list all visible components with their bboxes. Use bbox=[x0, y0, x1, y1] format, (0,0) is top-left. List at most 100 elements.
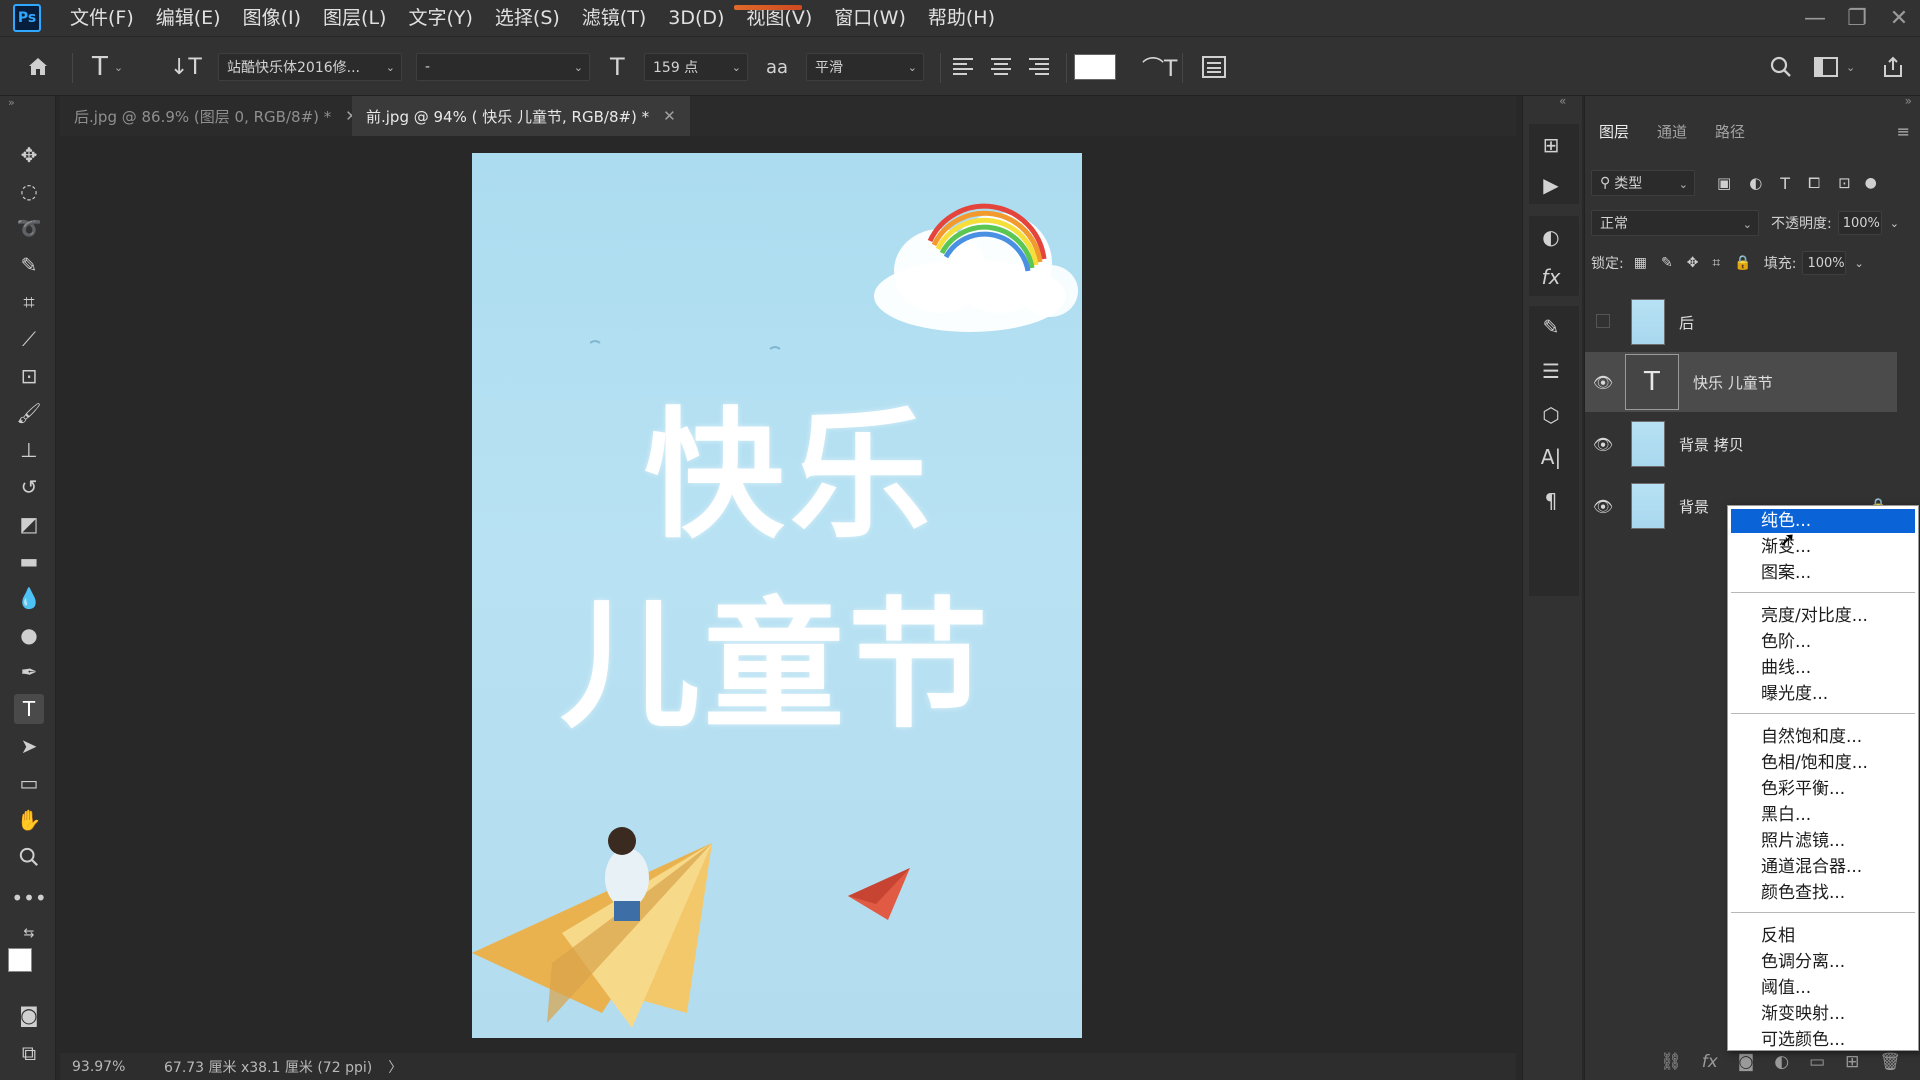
menu-item-exposure[interactable]: 曝光度... bbox=[1731, 682, 1915, 706]
tab-paths[interactable]: 路径 bbox=[1701, 114, 1759, 150]
layer-row[interactable]: 👁 背景 拷贝 bbox=[1585, 414, 1897, 474]
menu-file[interactable]: 文件(F) bbox=[59, 0, 145, 36]
blur-tool-icon[interactable]: 💧 bbox=[14, 583, 44, 613]
home-icon[interactable] bbox=[26, 37, 50, 97]
menu-item-selective-color[interactable]: 可选颜色... bbox=[1731, 1028, 1915, 1052]
adjustments-icon[interactable]: ◐ bbox=[1538, 224, 1564, 250]
menu-item-curves[interactable]: 曲线... bbox=[1731, 656, 1915, 680]
crop-tool-icon[interactable]: ⌗ bbox=[14, 287, 44, 317]
menu-edit[interactable]: 编辑(E) bbox=[145, 0, 232, 36]
font-size-input[interactable]: 159 点 ⌄ bbox=[644, 53, 748, 81]
menu-item-gradient[interactable]: 渐变... bbox=[1731, 535, 1915, 559]
warp-text-icon[interactable]: ⌒T bbox=[1142, 37, 1177, 97]
align-left-icon[interactable] bbox=[953, 37, 975, 97]
tab-after-document[interactable]: 后.jpg @ 86.9% (图层 0, RGB/8#) * ✕ bbox=[60, 96, 372, 136]
menu-item-color-balance[interactable]: 色彩平衡... bbox=[1731, 777, 1915, 801]
lock-all-icon[interactable]: 🔒 bbox=[1734, 255, 1751, 271]
patch-tool-icon[interactable]: ⊡ bbox=[14, 361, 44, 391]
layer-row[interactable]: 后 bbox=[1585, 292, 1897, 352]
font-family-select[interactable]: 站酷快乐体2016修... ⌄ bbox=[218, 53, 402, 81]
menu-item-pattern[interactable]: 图案... bbox=[1731, 561, 1915, 585]
lock-pixels-icon[interactable]: ✎ bbox=[1661, 255, 1673, 271]
menu-item-color-lookup[interactable]: 颜色查找... bbox=[1731, 881, 1915, 905]
toggle-text-orientation-icon[interactable]: ↓T bbox=[170, 37, 202, 97]
text-color-swatch[interactable] bbox=[1074, 37, 1116, 97]
fill-input[interactable]: 100% bbox=[1802, 251, 1847, 275]
paragraph-icon[interactable]: ¶ bbox=[1538, 488, 1564, 514]
brush-tool-icon[interactable]: 🖌 bbox=[14, 398, 44, 428]
lock-artboard-icon[interactable]: ⌗ bbox=[1712, 255, 1720, 271]
swap-colors-icon[interactable]: ⇆ bbox=[14, 918, 44, 948]
chevron-down-icon[interactable]: ⌄ bbox=[1890, 217, 1899, 230]
tab-before-document[interactable]: 前.jpg @ 94% ( 快乐 儿童节, RGB/8#) * ✕ bbox=[352, 96, 690, 136]
menu-item-photo-filter[interactable]: 照片滤镜... bbox=[1731, 829, 1915, 853]
new-group-icon[interactable]: ▭ bbox=[1809, 1052, 1825, 1072]
menu-help[interactable]: 帮助(H) bbox=[917, 0, 1006, 36]
3d-cube-icon[interactable]: ⬡ bbox=[1538, 402, 1564, 428]
opacity-input[interactable]: 100% bbox=[1837, 211, 1882, 235]
link-layers-icon[interactable]: ⛓ bbox=[1660, 1052, 1682, 1072]
status-menu-arrow[interactable]: 〉 bbox=[388, 1057, 402, 1077]
menu-item-solid-color[interactable]: 纯色... bbox=[1731, 509, 1915, 533]
share-icon[interactable] bbox=[1882, 37, 1904, 97]
expand-panel-icon[interactable]: » bbox=[1905, 94, 1912, 108]
menu-window[interactable]: 窗口(W) bbox=[823, 0, 917, 36]
more-tools-icon[interactable]: ••• bbox=[11, 883, 46, 913]
layer-style-fx-icon[interactable]: fx bbox=[1702, 1052, 1718, 1072]
menu-item-levels[interactable]: 色阶... bbox=[1731, 630, 1915, 654]
type-tool-icon[interactable]: T bbox=[14, 694, 44, 724]
menu-item-threshold[interactable]: 阈值... bbox=[1731, 976, 1915, 1000]
styles-fx-icon[interactable]: fx bbox=[1538, 264, 1564, 290]
menu-item-gradient-map[interactable]: 渐变映射... bbox=[1731, 1002, 1915, 1026]
move-tool-icon[interactable]: ✥ bbox=[14, 140, 44, 170]
restore-button[interactable]: ❐ bbox=[1836, 0, 1878, 36]
eyedropper-icon[interactable]: ⟋ bbox=[14, 324, 44, 354]
new-layer-icon[interactable]: ⊞ bbox=[1845, 1052, 1859, 1072]
filter-adjustment-icon[interactable]: ◐ bbox=[1749, 174, 1762, 192]
lasso-tool-icon[interactable]: ➰ bbox=[14, 213, 44, 243]
rectangle-tool-icon[interactable]: ▭ bbox=[14, 768, 44, 798]
close-icon[interactable]: ✕ bbox=[663, 107, 676, 125]
panel-menu-icon[interactable]: ≡ bbox=[1897, 122, 1910, 141]
foreground-color-swatch[interactable] bbox=[8, 948, 32, 972]
tab-layers[interactable]: 图层 bbox=[1585, 114, 1643, 150]
menu-item-posterize[interactable]: 色调分离... bbox=[1731, 950, 1915, 974]
collapse-dock-icon[interactable]: « bbox=[1559, 94, 1566, 108]
stamp-tool-icon[interactable]: ⊥ bbox=[14, 435, 44, 465]
blend-mode-select[interactable]: 正常 ⌄ bbox=[1591, 210, 1759, 236]
menu-type[interactable]: 文字(Y) bbox=[397, 0, 483, 36]
menu-item-black-white[interactable]: 黑白... bbox=[1731, 803, 1915, 827]
minimize-button[interactable]: — bbox=[1794, 0, 1836, 36]
dodge-tool-icon[interactable]: ● bbox=[14, 620, 44, 650]
filter-shape-icon[interactable]: ⧠ bbox=[1808, 174, 1820, 192]
antialias-select[interactable]: 平滑 ⌄ bbox=[806, 53, 924, 81]
delete-layer-icon[interactable]: 🗑 bbox=[1879, 1052, 1901, 1072]
chevron-down-icon[interactable]: ⌄ bbox=[1854, 257, 1863, 270]
filter-image-icon[interactable]: ▣ bbox=[1717, 174, 1731, 192]
actions-play-icon[interactable]: ▶ bbox=[1538, 172, 1564, 198]
font-style-select[interactable]: - ⌄ bbox=[416, 53, 590, 81]
brush-settings-icon[interactable]: ✎ bbox=[1538, 314, 1564, 340]
lock-position-icon[interactable]: ✥ bbox=[1687, 255, 1699, 271]
lock-transparent-icon[interactable]: ▦ bbox=[1634, 255, 1647, 271]
close-button[interactable]: ✕ bbox=[1878, 0, 1920, 36]
layer-row-selected[interactable]: 👁 T 快乐 儿童节 bbox=[1585, 352, 1897, 412]
type-tool-preset-icon[interactable]: T ⌄ bbox=[92, 37, 123, 97]
eye-icon[interactable]: 👁 bbox=[1585, 497, 1621, 516]
adjustment-layer-icon[interactable]: ◐ bbox=[1774, 1052, 1789, 1072]
eye-icon[interactable]: 👁 bbox=[1585, 435, 1621, 454]
search-icon[interactable] bbox=[1770, 37, 1792, 97]
filter-toggle-icon[interactable]: ● bbox=[1865, 175, 1877, 191]
ellipse-marquee-icon[interactable]: ◌ bbox=[14, 176, 44, 206]
document-canvas[interactable]: 快乐 儿童节 bbox=[472, 153, 1082, 1038]
menu-3d[interactable]: 3D(D) bbox=[657, 0, 735, 36]
collapse-toolbar-icon[interactable]: » bbox=[8, 96, 15, 109]
vertical-scrollbar[interactable] bbox=[1494, 136, 1516, 1053]
history-brush-icon[interactable]: ↺ bbox=[14, 472, 44, 502]
photoshop-logo[interactable]: Ps bbox=[13, 4, 41, 32]
align-right-icon[interactable] bbox=[1027, 37, 1049, 97]
add-mask-icon[interactable]: ◙ bbox=[1738, 1052, 1755, 1072]
menu-image[interactable]: 图像(I) bbox=[232, 0, 312, 36]
filter-kind-select[interactable]: ⚲ 类型 ⌄ bbox=[1591, 170, 1695, 196]
eye-icon[interactable]: 👁 bbox=[1585, 373, 1621, 392]
